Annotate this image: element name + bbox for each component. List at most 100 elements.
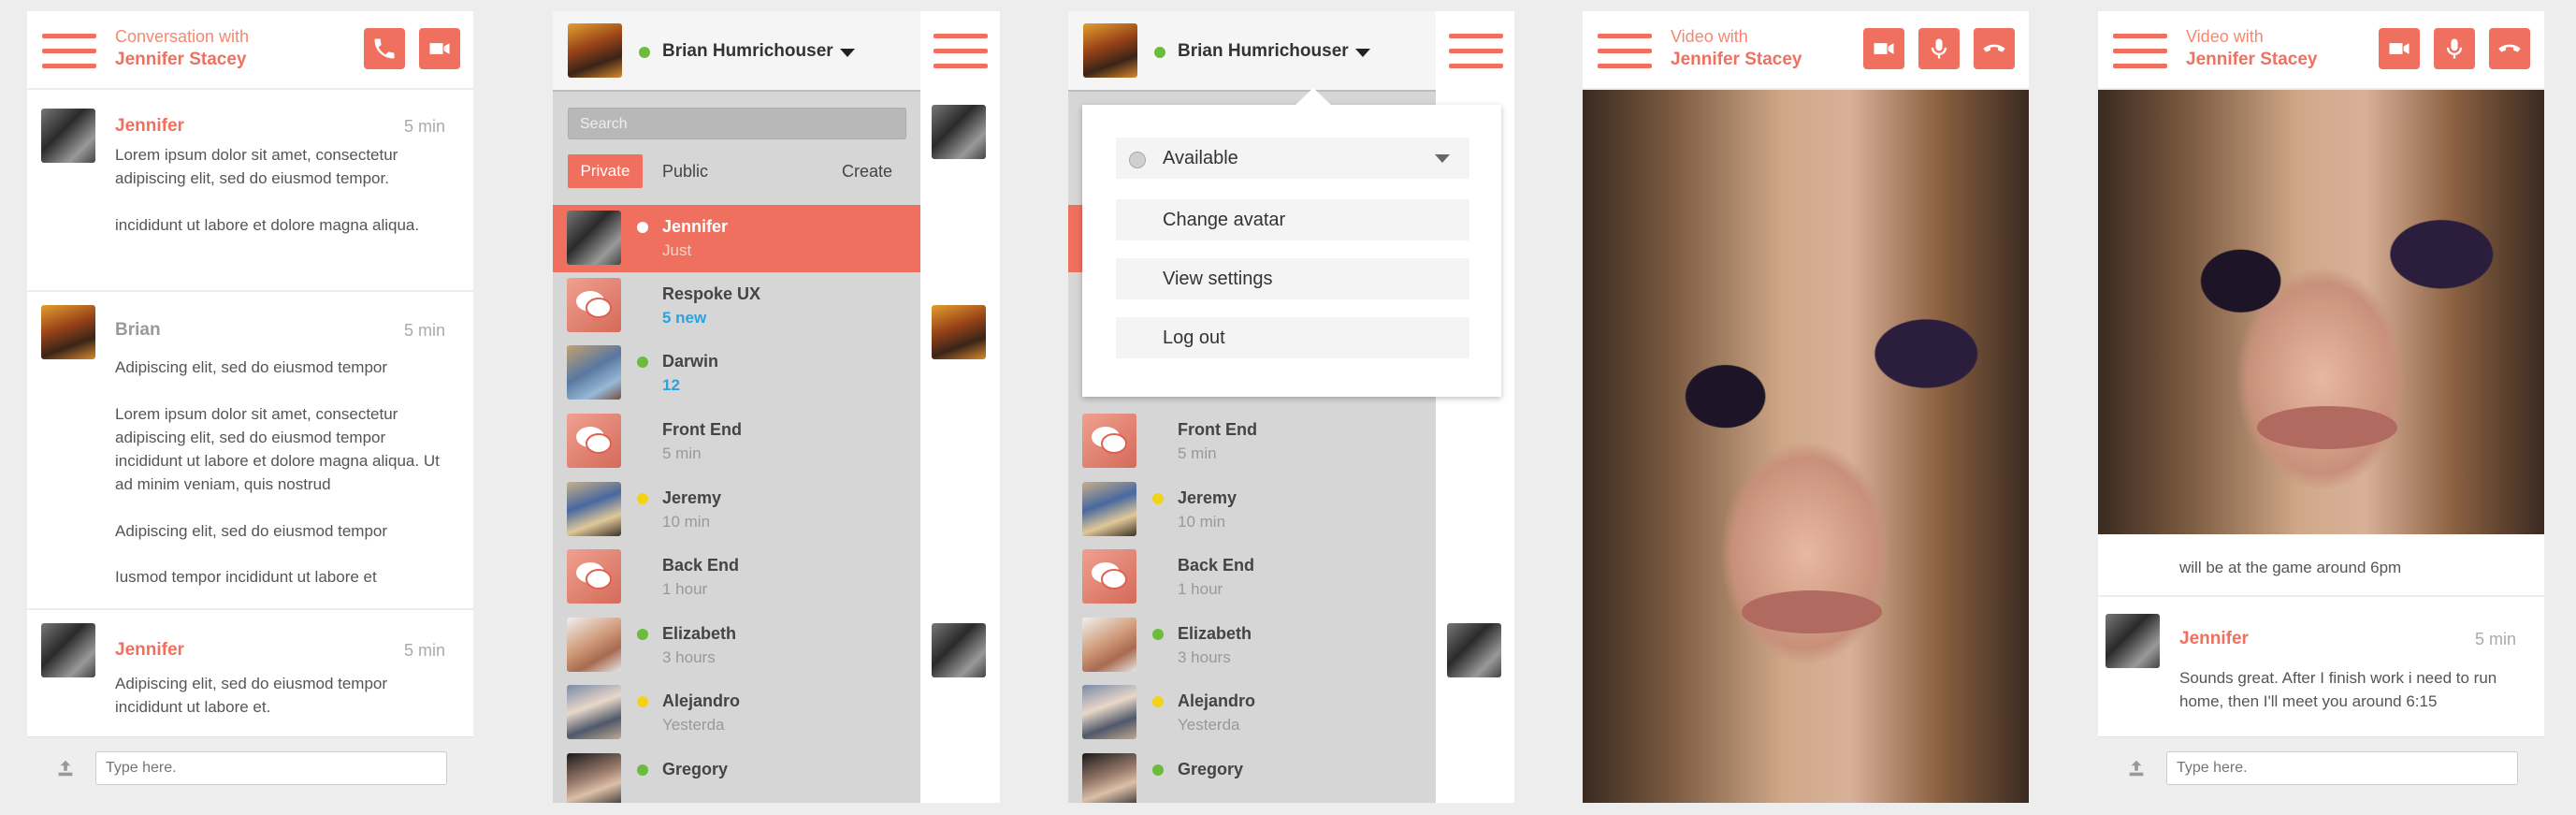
contact-row[interactable]: Elizabeth 3 hours bbox=[1068, 612, 1436, 679]
status-label: Available bbox=[1163, 148, 1238, 168]
menu-icon[interactable] bbox=[2113, 34, 2167, 69]
mute-button[interactable] bbox=[1918, 28, 1960, 69]
status-icon bbox=[1152, 696, 1164, 707]
contact-subtitle: 3 hours bbox=[1178, 648, 1231, 666]
contact-row[interactable]: Elizabeth 3 hours bbox=[553, 612, 920, 679]
call-button[interactable] bbox=[364, 28, 405, 69]
hang-up-button[interactable] bbox=[2489, 28, 2530, 69]
user-name[interactable]: Brian Humrichouser bbox=[662, 41, 833, 62]
message-time: 5 min bbox=[403, 321, 445, 340]
avatar bbox=[567, 618, 621, 672]
user-avatar[interactable] bbox=[1083, 23, 1137, 78]
menu-icon[interactable] bbox=[1449, 34, 1503, 69]
contact-name: Jeremy bbox=[662, 488, 722, 507]
online-status-icon bbox=[1154, 47, 1165, 58]
log-out-item[interactable]: Log out bbox=[1116, 317, 1469, 358]
contact-row[interactable]: Darwin 12 bbox=[553, 340, 920, 407]
avatar bbox=[567, 211, 621, 265]
contact-row[interactable]: Front End 5 min bbox=[553, 408, 920, 475]
video-call-button[interactable] bbox=[419, 28, 460, 69]
contact-subtitle: 10 min bbox=[1178, 513, 1226, 531]
menu-icon[interactable] bbox=[1598, 34, 1652, 69]
avatar bbox=[932, 623, 986, 677]
message-author: Jennifer bbox=[115, 640, 184, 660]
chevron-down-icon[interactable] bbox=[1435, 154, 1450, 163]
create-button[interactable]: Create bbox=[842, 162, 892, 182]
contact-row[interactable]: Jeremy 10 min bbox=[1068, 476, 1436, 544]
menu-icon[interactable] bbox=[933, 34, 988, 69]
view-settings-item[interactable]: View settings bbox=[1116, 258, 1469, 299]
contact-row[interactable]: Back End 1 hour bbox=[1068, 544, 1436, 611]
avatar bbox=[2106, 614, 2160, 668]
contact-row[interactable]: Gregory bbox=[1068, 748, 1436, 803]
avatar bbox=[567, 482, 621, 536]
avatar bbox=[932, 105, 986, 159]
contact-row[interactable]: Front End 5 min bbox=[1068, 408, 1436, 475]
search-input[interactable]: Search bbox=[568, 108, 906, 139]
status-icon bbox=[637, 764, 648, 776]
avatar bbox=[932, 305, 986, 359]
message-text: Adipiscing elit, sed do eiusmod tempor i… bbox=[115, 675, 388, 716]
user-menu: Available Change avatar View settings Lo… bbox=[1082, 88, 1501, 397]
tab-public[interactable]: Public bbox=[662, 162, 708, 182]
message-text: Lorem ipsum dolor sit amet, consectetur … bbox=[115, 405, 440, 493]
user-name[interactable]: Brian Humrichouser bbox=[1178, 41, 1349, 62]
chat-bubbles-icon bbox=[567, 278, 621, 332]
video-header: Video with Jennifer Stacey bbox=[1583, 11, 2029, 90]
phone-icon bbox=[374, 38, 395, 59]
status-icon bbox=[637, 493, 648, 504]
mute-button[interactable] bbox=[2434, 28, 2475, 69]
avatar bbox=[1082, 685, 1136, 739]
avatar bbox=[567, 685, 621, 739]
message-text: incididunt ut labore et dolore magna ali… bbox=[115, 216, 420, 234]
conversation-header: Conversation with Jennifer Stacey bbox=[27, 11, 473, 90]
hang-up-icon bbox=[2498, 44, 2521, 52]
contact-name: Alejandro bbox=[662, 691, 741, 710]
avatar bbox=[1082, 753, 1136, 803]
message-text: Lorem ipsum dolor sit amet, consectetur … bbox=[115, 146, 398, 187]
microphone-icon bbox=[1931, 38, 1947, 59]
remote-video-feed bbox=[1583, 90, 2029, 803]
avatar bbox=[1447, 623, 1501, 677]
message-input[interactable] bbox=[2166, 751, 2518, 785]
contact-subtitle: 10 min bbox=[662, 513, 711, 531]
contact-subtitle: 12 bbox=[662, 376, 680, 394]
menu-item-label: View settings bbox=[1163, 269, 1273, 289]
conversation-peek[interactable] bbox=[920, 11, 1000, 803]
message-input[interactable] bbox=[95, 751, 447, 785]
message-time: 5 min bbox=[403, 117, 445, 136]
contact-row[interactable]: Respoke UX 5 new bbox=[553, 272, 920, 340]
contact-subtitle: Just bbox=[662, 241, 692, 259]
chevron-down-icon[interactable] bbox=[840, 49, 855, 57]
upload-icon[interactable] bbox=[55, 758, 76, 779]
header-title: Jennifer Stacey bbox=[115, 50, 247, 69]
upload-icon[interactable] bbox=[2126, 758, 2147, 779]
avatar bbox=[41, 109, 95, 163]
contact-row[interactable]: Gregory bbox=[553, 748, 920, 803]
contact-row[interactable]: Back End 1 hour bbox=[553, 544, 920, 611]
hang-up-button[interactable] bbox=[1974, 28, 2015, 69]
contact-name: Elizabeth bbox=[1178, 624, 1252, 643]
contact-name: Jeremy bbox=[1178, 488, 1237, 507]
change-avatar-item[interactable]: Change avatar bbox=[1116, 199, 1469, 240]
contact-row[interactable]: Jeremy 10 min bbox=[553, 476, 920, 544]
status-circle-icon bbox=[1129, 152, 1146, 168]
chevron-down-icon[interactable] bbox=[1355, 49, 1370, 57]
contact-name: Gregory bbox=[1178, 760, 1244, 779]
status-select[interactable]: Available bbox=[1116, 138, 1469, 179]
menu-item-label: Change avatar bbox=[1163, 210, 1286, 230]
contact-row[interactable]: Alejandro Yesterda bbox=[553, 679, 920, 747]
contact-row[interactable]: Alejandro Yesterda bbox=[1068, 679, 1436, 747]
status-icon bbox=[1152, 493, 1164, 504]
status-icon bbox=[637, 222, 648, 233]
camera-toggle-button[interactable] bbox=[1863, 28, 1904, 69]
camera-toggle-button[interactable] bbox=[2379, 28, 2420, 69]
tab-private[interactable]: Private bbox=[568, 154, 643, 188]
video-camera-icon bbox=[2389, 43, 2410, 54]
contact-name: Jennifer bbox=[662, 217, 729, 236]
menu-icon[interactable] bbox=[42, 34, 96, 69]
user-avatar[interactable] bbox=[568, 23, 622, 78]
contact-row[interactable]: Jennifer Just bbox=[553, 205, 920, 272]
video-camera-icon bbox=[429, 43, 450, 54]
divider bbox=[27, 290, 473, 292]
